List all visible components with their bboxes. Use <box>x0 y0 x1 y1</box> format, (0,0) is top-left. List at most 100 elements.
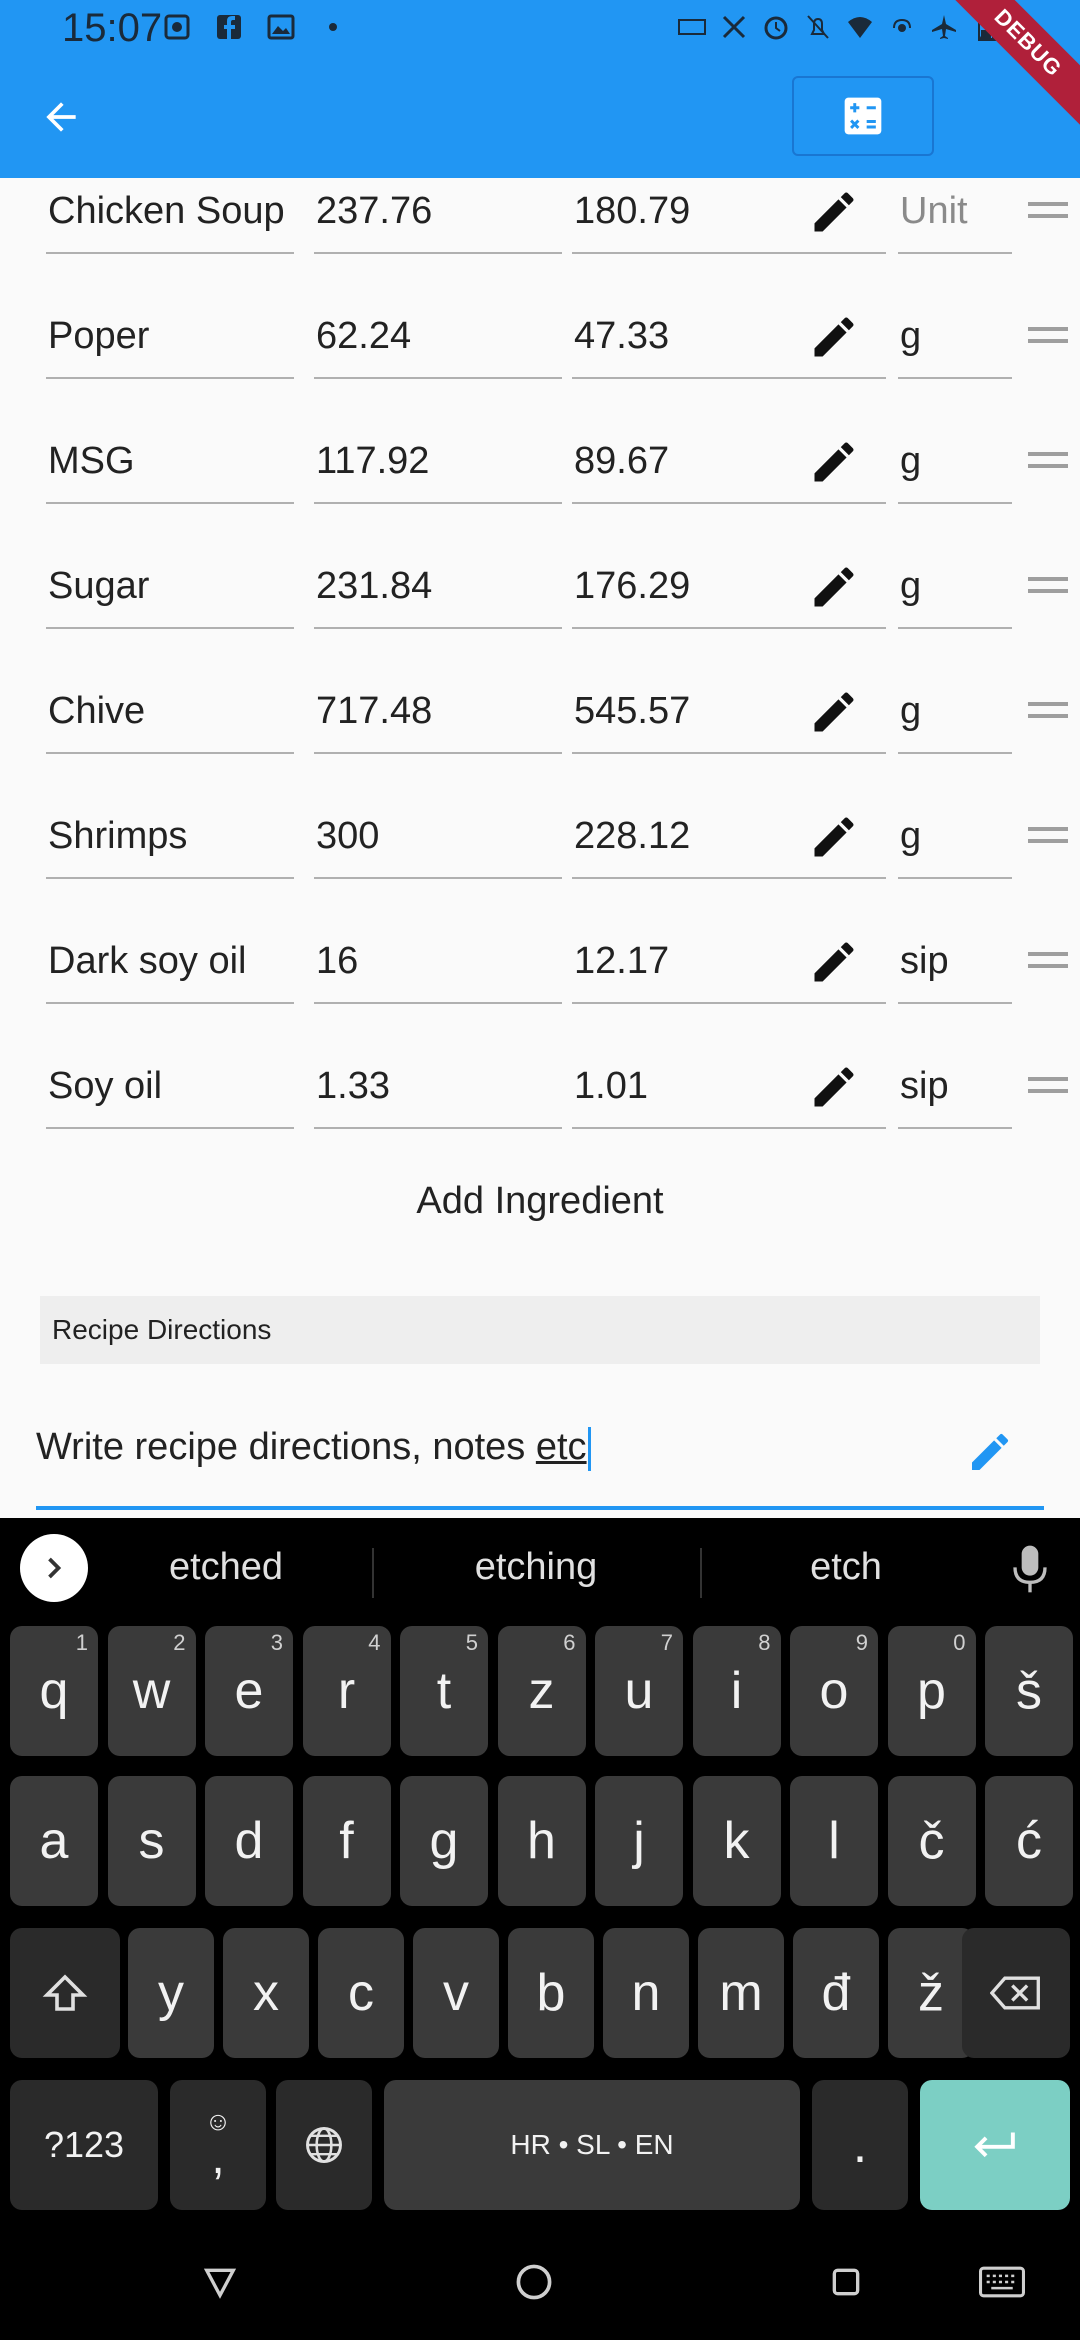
drag-handle-icon[interactable] <box>1028 202 1068 222</box>
ingredient-name-field[interactable]: Chicken Soup <box>46 170 294 254</box>
key-0[interactable]: q1 <box>10 1626 98 1756</box>
suggestion-3[interactable]: etch <box>736 1546 956 1589</box>
key-č[interactable]: č <box>887 1776 976 1906</box>
space-key[interactable]: HR • SL • EN <box>384 2080 800 2210</box>
edit-pencil-icon[interactable] <box>808 1061 860 1113</box>
key-1-hint: 2 <box>173 1630 186 1655</box>
suggestion-1[interactable]: etched <box>116 1546 336 1589</box>
ingredient-unit-field[interactable]: g <box>898 545 1012 629</box>
key-4[interactable]: t5 <box>400 1626 488 1756</box>
key-j[interactable]: j <box>595 1776 683 1906</box>
nav-home-button[interactable] <box>504 2254 564 2310</box>
enter-key[interactable] <box>920 2080 1070 2210</box>
backspace-key[interactable] <box>962 1928 1070 2058</box>
key-f[interactable]: f <box>302 1776 391 1906</box>
key-ć[interactable]: ć <box>985 1776 1073 1906</box>
symbols-key[interactable]: ?123 <box>10 2080 158 2210</box>
directions-text[interactable]: Write recipe directions, notes etc <box>36 1426 591 1471</box>
key-x[interactable]: x <box>223 1928 309 2058</box>
ingredient-unit-field[interactable]: g <box>898 670 1012 754</box>
key-k[interactable]: k <box>692 1776 781 1906</box>
nav-keyboard-button[interactable] <box>972 2254 1032 2310</box>
calculator-button[interactable] <box>792 76 934 156</box>
ingredient-quantity-field[interactable]: 16 <box>314 920 562 1004</box>
shift-key[interactable] <box>10 1928 120 2058</box>
key-h[interactable]: h <box>497 1776 586 1906</box>
drag-handle-icon[interactable] <box>1028 702 1068 722</box>
key-c[interactable]: c <box>318 1928 404 2058</box>
key-7-label: i <box>730 1662 743 1720</box>
suggestion-divider <box>700 1548 702 1598</box>
key-n[interactable]: n <box>603 1928 689 2058</box>
ingredient-quantity-field[interactable]: 300 <box>314 795 562 879</box>
key-d[interactable]: d <box>205 1776 293 1906</box>
edit-pencil-icon[interactable] <box>808 686 860 738</box>
key-s[interactable]: s <box>107 1776 196 1906</box>
key-y-label: y <box>158 1964 184 2022</box>
ingredient-quantity-field[interactable]: 237.76 <box>314 170 562 254</box>
nav-recents-button[interactable] <box>816 2254 876 2310</box>
ingredient-name-field[interactable]: Shrimps <box>46 795 294 879</box>
key-6[interactable]: u7 <box>595 1626 683 1756</box>
emoji-comma-key[interactable]: ☺, <box>170 2080 266 2210</box>
ingredient-unit-field[interactable]: g <box>898 295 1012 379</box>
key-9[interactable]: p0 <box>887 1626 976 1756</box>
ingredient-unit-field[interactable]: Unit <box>898 170 1012 254</box>
add-ingredient-button[interactable]: Add Ingredient <box>0 1180 1080 1223</box>
key-g[interactable]: g <box>400 1776 488 1906</box>
nav-back-button[interactable] <box>190 2254 250 2310</box>
drag-handle-icon[interactable] <box>1028 327 1068 347</box>
mic-icon[interactable] <box>1010 1542 1050 1596</box>
language-key[interactable] <box>276 2080 372 2210</box>
key-7[interactable]: i8 <box>692 1626 781 1756</box>
key-4-hint: 5 <box>465 1630 478 1655</box>
back-button[interactable] <box>30 86 92 148</box>
key-b[interactable]: b <box>508 1928 594 2058</box>
key-l[interactable]: l <box>790 1776 878 1906</box>
ingredient-name-field[interactable]: Poper <box>46 295 294 379</box>
drag-handle-icon[interactable] <box>1028 577 1068 597</box>
ingredient-quantity-field[interactable]: 231.84 <box>314 545 562 629</box>
ingredient-unit-field[interactable]: sip <box>898 1045 1012 1129</box>
ingredient-quantity-field[interactable]: 117.92 <box>314 420 562 504</box>
ingredient-name-field[interactable]: Soy oil <box>46 1045 294 1129</box>
drag-handle-icon[interactable] <box>1028 827 1068 847</box>
ingredient-name-field[interactable]: Chive <box>46 670 294 754</box>
edit-pencil-icon[interactable] <box>808 436 860 488</box>
period-key[interactable]: . <box>812 2080 908 2210</box>
ingredient-unit-field[interactable]: sip <box>898 920 1012 1004</box>
edit-pencil-icon[interactable] <box>808 186 860 238</box>
key-1[interactable]: w2 <box>107 1626 196 1756</box>
suggestion-expand-button[interactable] <box>20 1534 88 1602</box>
suggestion-2[interactable]: etching <box>426 1546 646 1589</box>
key-y[interactable]: y <box>128 1928 214 2058</box>
ingredient-name-field[interactable]: Sugar <box>46 545 294 629</box>
edit-pencil-icon[interactable] <box>808 311 860 363</box>
ingredient-unit-field[interactable]: g <box>898 795 1012 879</box>
key-3[interactable]: r4 <box>302 1626 391 1756</box>
ingredient-name-field[interactable]: MSG <box>46 420 294 504</box>
drag-handle-icon[interactable] <box>1028 952 1068 972</box>
ingredient-unit-field[interactable]: g <box>898 420 1012 504</box>
ingredient-name-field[interactable]: Dark soy oil <box>46 920 294 1004</box>
drag-handle-icon[interactable] <box>1028 1077 1068 1097</box>
key-x-label: x <box>253 1964 279 2022</box>
directions-input[interactable]: Write recipe directions, notes etc <box>36 1402 1044 1510</box>
key-8[interactable]: o9 <box>790 1626 878 1756</box>
edit-pencil-icon[interactable] <box>966 1428 1014 1476</box>
drag-handle-icon[interactable] <box>1028 452 1068 472</box>
edit-pencil-icon[interactable] <box>808 811 860 863</box>
ingredient-quantity-field[interactable]: 62.24 <box>314 295 562 379</box>
edit-pencil-icon[interactable] <box>808 561 860 613</box>
ingredient-quantity-field[interactable]: 1.33 <box>314 1045 562 1129</box>
key-v[interactable]: v <box>413 1928 499 2058</box>
key-10[interactable]: š <box>985 1626 1073 1756</box>
back-triangle-icon <box>203 2268 237 2299</box>
key-đ[interactable]: đ <box>793 1928 879 2058</box>
key-a[interactable]: a <box>10 1776 98 1906</box>
key-5[interactable]: z6 <box>497 1626 586 1756</box>
edit-pencil-icon[interactable] <box>808 936 860 988</box>
ingredient-quantity-field[interactable]: 717.48 <box>314 670 562 754</box>
key-2[interactable]: e3 <box>205 1626 293 1756</box>
key-m[interactable]: m <box>698 1928 784 2058</box>
